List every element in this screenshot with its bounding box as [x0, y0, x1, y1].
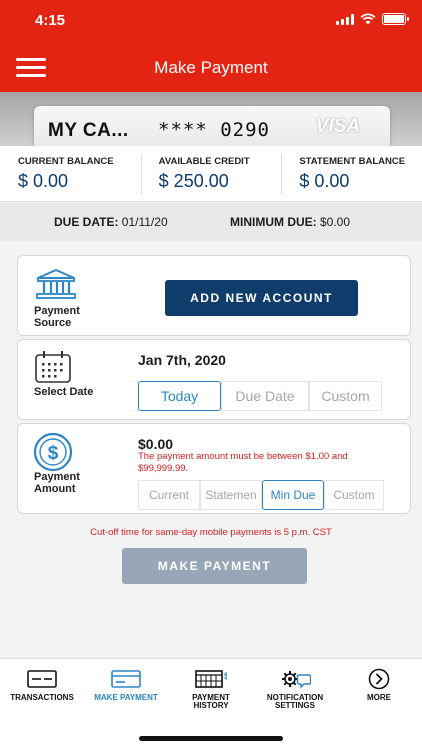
minimum-due: MINIMUM DUE: $0.00 [230, 215, 350, 229]
select-date-label: Select Date [34, 386, 94, 398]
calendar-icon [35, 351, 71, 383]
due-date-label: DUE DATE: [54, 215, 119, 229]
amount-option-min-due[interactable]: Min Due [262, 480, 324, 510]
card-pay-icon [111, 670, 141, 688]
card-number: **** 0290 [158, 119, 270, 141]
wifi-icon [360, 13, 376, 25]
minimum-due-label: MINIMUM DUE: [230, 215, 317, 229]
status-bar: 4:15 [0, 0, 422, 44]
cutoff-notice: Cut-off time for same-day mobile payment… [90, 527, 332, 538]
home-indicator [139, 736, 283, 741]
bank-icon [36, 269, 76, 299]
payment-source-section: Payment Source ADD NEW ACCOUNT [17, 255, 411, 336]
balance-label: CURRENT BALANCE [18, 156, 114, 167]
nav-payment-history[interactable]: $ PAYMENT HISTORY [180, 669, 242, 710]
amount-option-statement[interactable]: Statemen [200, 480, 262, 510]
make-payment-button[interactable]: MAKE PAYMENT [122, 548, 307, 584]
balance-label: AVAILABLE CREDIT [158, 156, 250, 167]
payment-amount-section: $ Payment Amount $0.00 The payment amoun… [17, 423, 411, 514]
add-new-account-button[interactable]: ADD NEW ACCOUNT [165, 280, 358, 316]
history-icon: $ [195, 670, 227, 688]
notification-settings-icon [282, 671, 311, 689]
label-line: Payment [34, 305, 80, 317]
card-banner: MY CA... **** 0290 VISA [0, 92, 422, 146]
nav-transactions[interactable]: TRANSACTIONS [6, 669, 78, 702]
label-line: Source [34, 317, 72, 329]
due-date-value: 01/11/20 [121, 215, 168, 229]
due-info: DUE DATE: 01/11/20 MINIMUM DUE: $0.00 [0, 203, 422, 241]
svg-text:$: $ [224, 671, 227, 681]
nav-label: MORE [367, 693, 391, 702]
status-icons [336, 13, 409, 25]
signal-icon [336, 13, 354, 25]
card-name: MY CA... [48, 120, 129, 141]
nav-label-line: HISTORY [193, 701, 229, 710]
amount-option-custom[interactable]: Custom [324, 480, 384, 510]
nav-label: NOTIFICATION SETTINGS [256, 694, 334, 710]
nav-make-payment[interactable]: MAKE PAYMENT [88, 669, 164, 702]
balance-value: $ 0.00 [299, 171, 350, 191]
selected-date: Jan 7th, 2020 [138, 352, 226, 368]
payment-amount-value: $0.00 [138, 436, 174, 452]
date-options: Today Due Date Custom [138, 381, 382, 411]
page-title: Make Payment [154, 58, 268, 77]
dollar-circle-icon: $ [33, 432, 73, 472]
label-line: Amount [34, 483, 76, 495]
chevron-right-icon [368, 668, 390, 690]
card-icon [27, 670, 57, 688]
payment-source-label: Payment Source [34, 305, 80, 329]
due-date: DUE DATE: 01/11/20 [54, 215, 168, 229]
date-option-custom[interactable]: Custom [309, 381, 382, 411]
amount-options: Current Statemen Min Due Custom [138, 480, 384, 510]
label-line: Payment [34, 471, 80, 483]
amount-option-current[interactable]: Current [138, 480, 200, 510]
current-balance: CURRENT BALANCE $ 0.00 [0, 146, 141, 201]
app-header: Make Payment [0, 44, 422, 92]
nav-label-line: SETTINGS [274, 701, 315, 710]
visa-logo: VISA [315, 116, 360, 137]
credit-card[interactable]: MY CA... **** 0290 VISA [34, 106, 390, 146]
nav-notification-settings[interactable]: NOTIFICATION SETTINGS [256, 669, 334, 710]
date-option-today[interactable]: Today [138, 381, 221, 411]
status-time: 4:15 [35, 12, 66, 29]
balance-value: $ 0.00 [18, 171, 69, 191]
nav-label: MAKE PAYMENT [94, 693, 158, 702]
select-date-section: Select Date Jan 7th, 2020 Today Due Date… [17, 339, 411, 420]
svg-text:$: $ [48, 443, 59, 464]
battery-icon [382, 13, 409, 25]
minimum-due-value: $0.00 [320, 215, 351, 229]
nav-label: TRANSACTIONS [10, 693, 74, 702]
balance-value: $ 250.00 [158, 171, 229, 191]
available-credit: AVAILABLE CREDIT $ 250.00 [140, 146, 282, 201]
amount-error-message: The payment amount must be between $1.00… [138, 451, 348, 474]
nav-more[interactable]: MORE [354, 668, 404, 702]
date-option-due-date[interactable]: Due Date [221, 381, 309, 411]
payment-amount-label: Payment Amount [34, 471, 80, 495]
balance-label: STATEMENT BALANCE [299, 156, 406, 167]
nav-label: PAYMENT HISTORY [180, 694, 242, 710]
balances-summary: CURRENT BALANCE $ 0.00 AVAILABLE CREDIT … [0, 146, 422, 202]
statement-balance: STATEMENT BALANCE $ 0.00 [281, 146, 422, 201]
